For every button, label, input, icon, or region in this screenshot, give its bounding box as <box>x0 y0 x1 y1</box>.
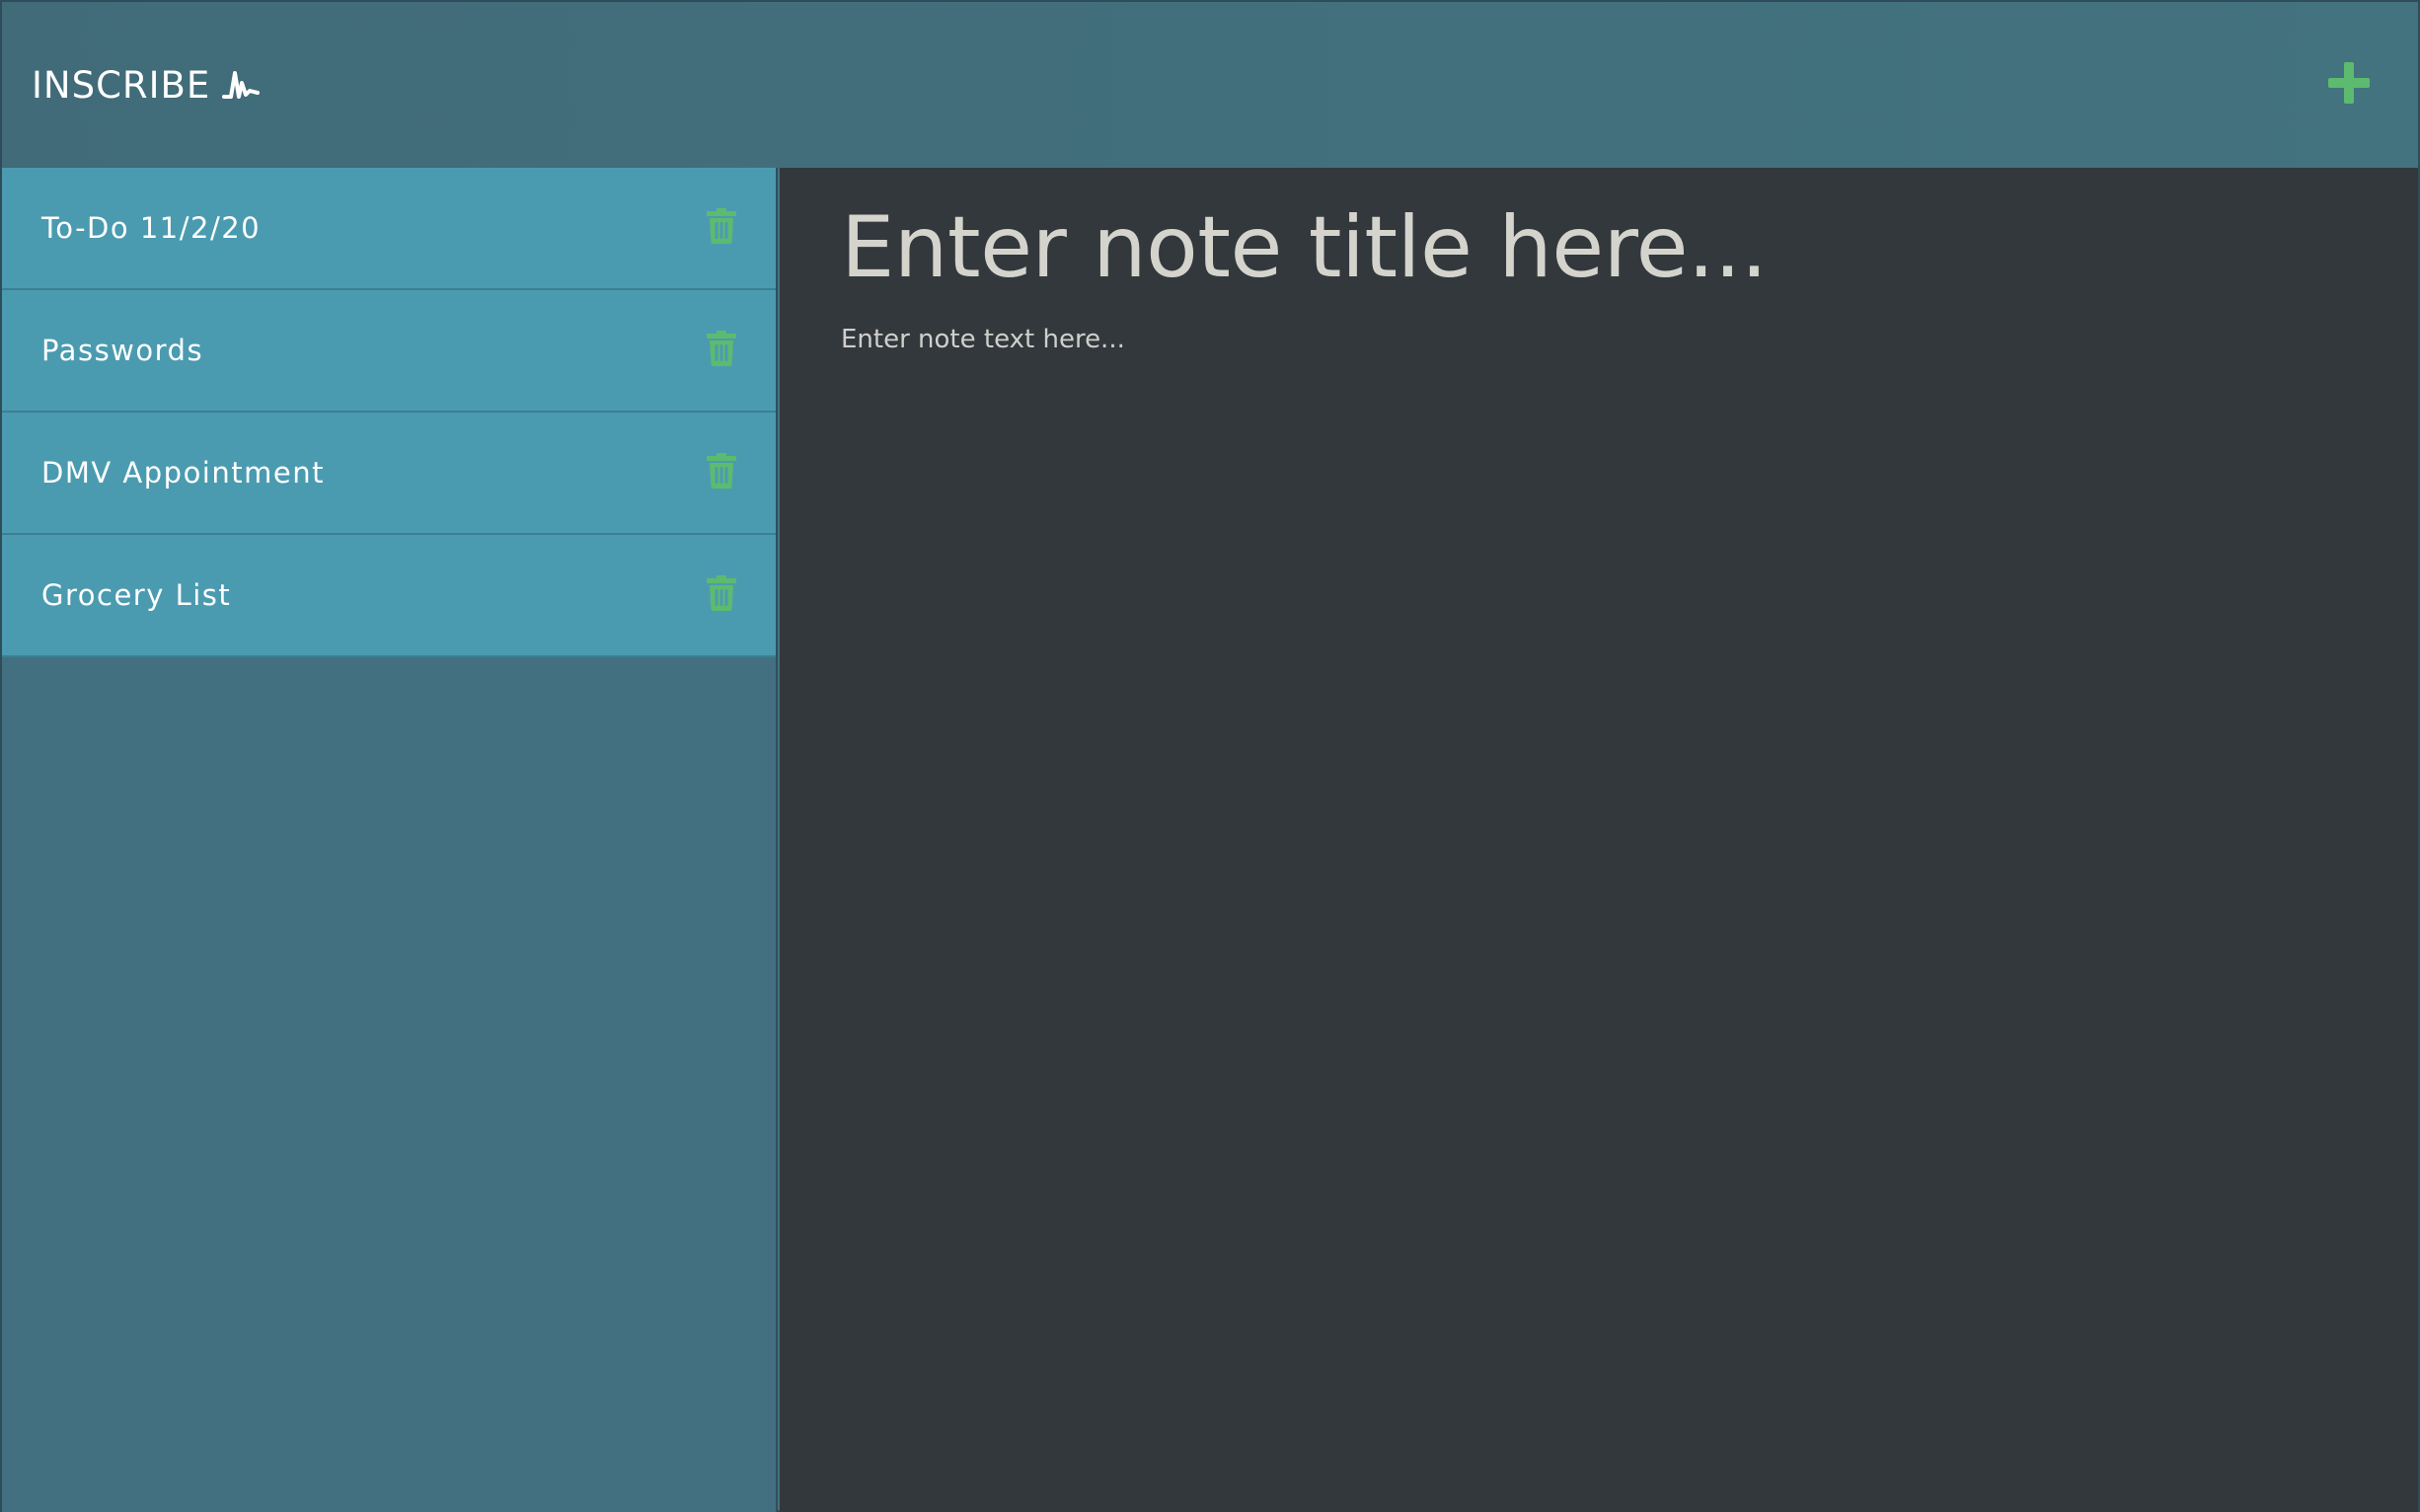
top-navbar: INSCRIBE <box>2 2 2418 168</box>
trash-icon <box>707 575 736 615</box>
note-list-item[interactable]: Grocery List <box>2 535 776 657</box>
note-list-item[interactable]: Passwords <box>2 290 776 413</box>
note-text-input[interactable] <box>841 322 2321 1407</box>
note-list-item-title: Grocery List <box>41 577 232 612</box>
new-note-button[interactable] <box>2323 59 2375 111</box>
delete-note-button[interactable] <box>705 453 738 492</box>
delete-note-button[interactable] <box>705 575 738 615</box>
brand[interactable]: INSCRIBE <box>32 64 262 107</box>
note-list: To-Do 11/2/20 Passwords DMV Appointment … <box>2 168 776 657</box>
delete-note-button[interactable] <box>705 208 738 248</box>
note-list-item[interactable]: To-Do 11/2/20 <box>2 168 776 290</box>
trash-icon <box>707 331 736 370</box>
signature-icon <box>222 67 262 103</box>
app-window: INSCRIBE To-Do 11/2/20 Passwords DMV App… <box>0 0 2420 1512</box>
note-list-item-title: To-Do 11/2/20 <box>41 210 262 245</box>
plus-icon <box>2326 60 2372 110</box>
notes-sidebar: To-Do 11/2/20 Passwords DMV Appointment … <box>2 168 778 1512</box>
note-list-item[interactable]: DMV Appointment <box>2 413 776 535</box>
brand-name: INSCRIBE <box>32 63 211 107</box>
trash-icon <box>707 208 736 248</box>
note-list-item-title: Passwords <box>41 333 204 367</box>
note-editor <box>780 168 2418 1512</box>
trash-icon <box>707 453 736 492</box>
note-title-input[interactable] <box>841 193 2321 302</box>
delete-note-button[interactable] <box>705 331 738 370</box>
note-list-item-title: DMV Appointment <box>41 455 325 490</box>
